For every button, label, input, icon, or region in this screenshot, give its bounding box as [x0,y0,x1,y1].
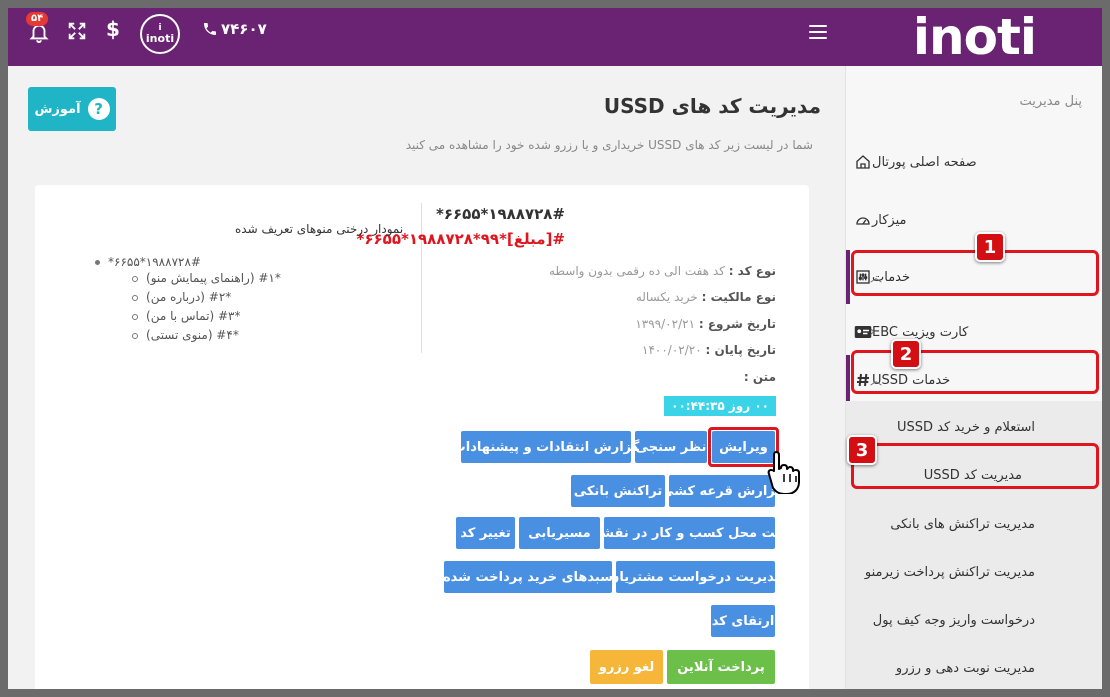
callout-number: 2 [891,339,921,369]
sidebar-item-label: میزکار [872,212,907,228]
customer-requests-button[interactable]: مدیریت درخواست مشتریان [608,561,783,593]
submenu-item-wallet-withdraw[interactable]: درخواست واریز وجه کیف پول [846,613,1102,628]
fullscreen-icon[interactable] [66,20,88,42]
ussd-code-card: *۶۶۵۵*۱۹۸۸۷۲۸# *۶۶۵۵*۱۹۸۸۷۲۸*۹۹*[مبلغ]# … [35,185,809,689]
tutorial-button[interactable]: ? آموزش [28,87,116,131]
code-type-label: نوع کد : [728,264,776,278]
ussd-code: *۶۶۵۵*۱۹۸۸۷۲۸# [436,205,565,223]
survey-button[interactable]: نظر سنجی [635,431,707,463]
sidebar-item-portal-home[interactable]: صفحه اصلی پورتال [846,150,1102,174]
callout-manage-ussd [851,443,1099,489]
wallet-icon[interactable]: $ [106,17,120,41]
cancel-reserve-button[interactable]: لغو رزرو [590,650,663,684]
sidebar-item-label: کارت ویزیت EBC [872,324,969,340]
countdown-timer: ۰۰ روز ۰۰:۴۴:۳۵ [664,396,776,416]
page-title: مدیریت کد های USSD [603,94,821,118]
phone-number: ۷۴۶۰۷ [221,20,267,38]
tree-node: (تماس با من) #۳* [132,307,281,326]
submenu-item-ussd-inquiry[interactable]: استعلام و خرید کد USSD [846,420,1102,435]
tree-root: *۶۶۵۵*۱۹۸۸۷۲۸# [95,255,281,269]
text-label: متن : [743,370,776,384]
code-type-value: کد هفت الی ده رقمی بدون واسطه [548,264,725,278]
page-subtitle: شما در لیست زیر کد های USSD خریداری و یا… [405,138,813,152]
sidebar-item-ebc-card[interactable]: کارت ویزیت EBC ‹ [846,320,1102,344]
menu-toggle-icon[interactable] [809,25,827,39]
start-date-label: تاریخ شروع : [698,317,776,331]
tutorial-label: آموزش [34,101,81,117]
register-location-button[interactable]: ثبت محل کسب و کار در نقشه [593,517,786,549]
notification-badge: ۵۴ [26,12,49,26]
start-date-value: ۱۳۹۹/۰۲/۲۱ [635,317,696,331]
ownership-value: خرید یکساله [635,290,698,304]
ownership-row: نوع مالکیت : خرید یکساله [636,290,776,304]
online-payment-button[interactable]: پرداخت آنلاین [667,650,775,684]
support-phone[interactable]: ۷۴۶۰۷ [202,20,267,38]
phone-icon [204,23,216,35]
chevron-left-icon: ‹ [870,324,876,340]
upgrade-code-button[interactable]: ارتقای کد [711,605,775,637]
avatar-text: inoti [145,32,175,45]
divider [421,203,422,353]
routing-button[interactable]: مسیریابی [519,517,600,549]
start-date-row: تاریخ شروع : ۱۳۹۹/۰۲/۲۱ [635,317,776,331]
sidebar-item-label: صفحه اصلی پورتال [872,154,977,170]
inoti-logo[interactable]: inoti [913,8,1037,66]
sidebar-item-dashboard[interactable]: میزکار [846,208,1102,232]
lottery-report-button[interactable]: گزارش قرعه کشی [661,475,783,507]
home-icon [854,153,872,171]
app-frame: inoti ۵۴ $ i inoti ۷۴۶۰۷ پنل مدیریت صفحه… [8,8,1102,689]
top-bar: inoti ۵۴ $ i inoti ۷۴۶۰۷ [8,8,1102,66]
sidebar-title: پنل مدیریت [1019,94,1082,109]
callout-number: 3 [847,435,877,465]
help-icon: ? [87,98,110,120]
hand-pointer-icon [767,451,800,494]
change-code-button[interactable]: تغییر کد [456,517,515,549]
end-date-label: تاریخ پایان : [705,343,777,357]
bank-transaction-button[interactable]: تراکنش بانکی [571,475,665,507]
menu-tree: *۶۶۵۵*۱۹۸۸۷۲۸# (راهنمای پیمایش منو) #۱* … [95,255,281,345]
menu-tree-title: نمودار درختی منوهای تعریف شده [235,222,404,236]
dashboard-icon [854,211,872,229]
paid-carts-button[interactable]: سبدهای خرید پرداخت شده [443,561,613,593]
end-date-value: ۱۴۰۰/۰۲/۲۰ [642,343,702,357]
submenu-item-bank-transactions[interactable]: مدیریت تراکنش های بانکی [846,517,1102,532]
code-type-row: نوع کد : کد هفت الی ده رقمی بدون واسطه [549,264,776,278]
end-date-row: تاریخ پایان : ۱۴۰۰/۰۲/۲۰ [642,343,776,357]
avatar[interactable]: i inoti [140,14,180,54]
tree-node: (راهنمای پیمایش منو) #۱* [132,269,281,288]
callout-number: 1 [975,232,1005,262]
text-row: متن : [744,370,776,384]
submenu-item-appointments[interactable]: مدیریت نوبت دهی و رزرو [846,661,1102,676]
callout-ussd-services [851,350,1099,394]
ownership-label: نوع مالکیت : [701,290,776,304]
tree-node: (درباره من) #۲* [132,288,281,307]
feedback-report-button[interactable]: گزارش انتقادات و پیشنهادات [453,431,639,463]
submenu-item-submenu-payments[interactable]: مدیریت تراکنش پرداخت زیرمنو [846,565,1102,580]
tree-node: (منوی تستی) #۴* [132,326,281,345]
